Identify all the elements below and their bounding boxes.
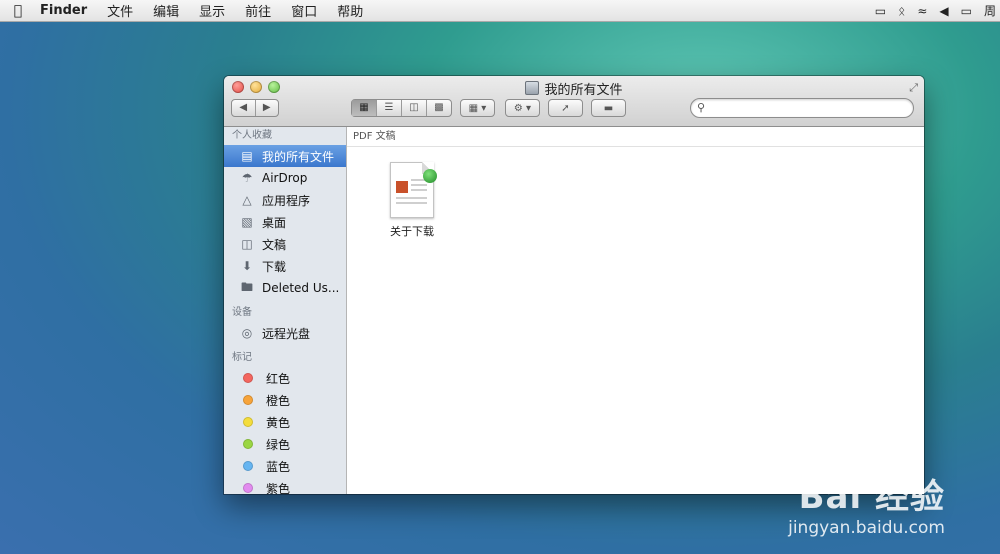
sidebar-item-label: 下载 (262, 259, 287, 274)
sidebar-item-airdrop[interactable]: ☂ AirDrop (224, 167, 346, 189)
yellow-tag-icon (243, 417, 253, 427)
all-files-icon: ▤ (241, 149, 253, 163)
arrange-icon: ▦ ▾ (468, 102, 487, 114)
sidebar-item-tag-purple[interactable]: 紫色 (224, 477, 346, 494)
search-field[interactable]: ⚲ (690, 98, 914, 118)
search-input[interactable] (711, 100, 911, 118)
share-button[interactable]: ➚ (548, 99, 583, 117)
sidebar-item-applications[interactable]: △ 应用程序 (224, 189, 346, 211)
menu-app-finder[interactable]: Finder (36, 3, 97, 18)
sidebar-item-label: 我的所有文件 (262, 149, 335, 164)
group-header: PDF 文稿 (347, 127, 924, 147)
sidebar-item-remote-disc[interactable]: ◎ 远程光盘 (224, 322, 346, 344)
watermark-url: jingyan.baidu.com (788, 518, 945, 538)
icon-view-icon[interactable]: ▦ (352, 100, 377, 116)
wifi-icon[interactable]: ≈ (917, 4, 927, 18)
list-view-icon[interactable]: ☰ (377, 100, 402, 116)
sidebar-item-downloads[interactable]: ⬇ 下载 (224, 255, 346, 277)
window-title: 我的所有文件 (224, 79, 924, 98)
preview-badge-icon (423, 169, 437, 183)
orange-tag-icon (243, 395, 253, 405)
menu-window[interactable]: 窗口 (281, 1, 327, 20)
file-name: 关于下载 (390, 225, 434, 238)
sidebar-item-tag-green[interactable]: 绿色 (224, 433, 346, 455)
forward-icon[interactable]: ▶ (256, 100, 279, 116)
sidebar-item-desktop[interactable]: ▧ 桌面 (224, 211, 346, 233)
apple-menu-icon[interactable]:  (0, 3, 36, 19)
documents-icon: ◫ (241, 237, 253, 251)
fullscreen-icon[interactable]: ⤢ (909, 81, 918, 95)
menu-bar:  Finder 文件 编辑 显示 前往 窗口 帮助 ▭ ᛟ ≈ ◀ ▭ 周 (0, 0, 1000, 22)
sidebar-item-tag-red[interactable]: 红色 (224, 367, 346, 389)
blue-tag-icon (243, 461, 253, 471)
window-title-text: 我的所有文件 (544, 83, 623, 98)
menu-edit[interactable]: 编辑 (143, 1, 189, 20)
sidebar-item-label: 红色 (266, 371, 291, 386)
airdrop-icon: ☂ (241, 171, 253, 185)
menu-view[interactable]: 显示 (189, 1, 235, 20)
back-forward-control: ◀ ▶ (231, 99, 279, 117)
sidebar-item-tag-yellow[interactable]: 黄色 (224, 411, 346, 433)
column-view-icon[interactable]: ◫ (402, 100, 427, 116)
arrange-button[interactable]: ▦ ▾ (460, 99, 495, 117)
sidebar-section-tags: 标记 (232, 352, 252, 363)
green-tag-icon (243, 439, 253, 449)
tag-icon: ▬ (603, 102, 614, 114)
search-icon: ⚲ (697, 101, 706, 114)
share-icon: ➚ (561, 102, 570, 114)
sidebar-item-tag-orange[interactable]: 橙色 (224, 389, 346, 411)
coverflow-view-icon[interactable]: ▩ (427, 100, 451, 116)
sidebar-item-label: 橙色 (266, 393, 291, 408)
sidebar-item-label: Deleted Us... (262, 281, 340, 295)
file-item[interactable]: 关于下载 (379, 162, 445, 239)
menu-go[interactable]: 前往 (235, 1, 281, 20)
back-icon[interactable]: ◀ (232, 100, 256, 116)
action-button[interactable]: ⚙ ▾ (505, 99, 540, 117)
watermark: Bai 经验 jingyan.baidu.com (788, 469, 945, 538)
bluetooth-icon[interactable]: ᛟ (898, 4, 905, 18)
status-area: ▭ ᛟ ≈ ◀ ▭ 周 (875, 0, 1000, 21)
sidebar-section-favorites: 个人收藏 (232, 130, 272, 141)
tags-button[interactable]: ▬ (591, 99, 626, 117)
sidebar-item-label: 黄色 (266, 415, 291, 430)
finder-window: 我的所有文件 ⤢ ◀ ▶ ▦ ☰ ◫ ▩ ▦ ▾ ⚙ ▾ ➚ ▬ ⚲ 个人收藏 … (224, 76, 924, 494)
gear-icon: ⚙ ▾ (513, 102, 532, 114)
sidebar-item-label: AirDrop (262, 171, 308, 185)
desktop-icon: ▧ (241, 215, 253, 229)
watermark-brand: Bai 经验 (798, 477, 945, 517)
sidebar-item-label: 蓝色 (266, 459, 291, 474)
window-toolbar: 我的所有文件 ⤢ ◀ ▶ ▦ ☰ ◫ ▩ ▦ ▾ ⚙ ▾ ➚ ▬ ⚲ (224, 76, 924, 127)
sidebar-item-label: 文稿 (262, 237, 287, 252)
volume-icon[interactable]: ◀ (939, 4, 948, 18)
pdf-document-icon (390, 162, 437, 218)
sidebar-item-all-my-files[interactable]: ▤ 我的所有文件 (224, 145, 346, 167)
purple-tag-icon (243, 483, 253, 493)
view-mode-control: ▦ ☰ ◫ ▩ (351, 99, 452, 117)
downloads-icon: ⬇ (241, 259, 253, 273)
menu-help[interactable]: 帮助 (327, 1, 373, 20)
applications-icon: △ (242, 193, 252, 207)
folder-icon: 🖿 (240, 279, 253, 294)
sidebar-item-tag-blue[interactable]: 蓝色 (224, 455, 346, 477)
sidebar-item-label: 桌面 (262, 215, 287, 230)
all-files-icon (525, 81, 540, 95)
sidebar-item-label: 远程光盘 (262, 326, 311, 341)
remote-disc-icon: ◎ (241, 326, 253, 340)
menu-file[interactable]: 文件 (97, 1, 143, 20)
file-browser: PDF 文稿 关于下载 (347, 127, 924, 494)
sidebar-item-documents[interactable]: ◫ 文稿 (224, 233, 346, 255)
sidebar-item-label: 应用程序 (262, 193, 311, 208)
sidebar-item-label: 绿色 (266, 437, 291, 452)
sidebar-item-label: 紫色 (266, 481, 291, 495)
airplay-icon[interactable]: ▭ (875, 4, 886, 18)
battery-icon[interactable]: ▭ (961, 4, 972, 18)
sidebar: 个人收藏 ▤ 我的所有文件 ☂ AirDrop △ 应用程序 ▧ 桌面 ◫ 文稿 ⬇ 下载 … (224, 127, 347, 494)
sidebar-item-deleted-users[interactable]: 🖿 Deleted Us... (224, 277, 346, 299)
clock-text[interactable]: 周 (984, 2, 996, 19)
red-tag-icon (243, 373, 253, 383)
sidebar-section-devices: 设备 (232, 307, 252, 318)
